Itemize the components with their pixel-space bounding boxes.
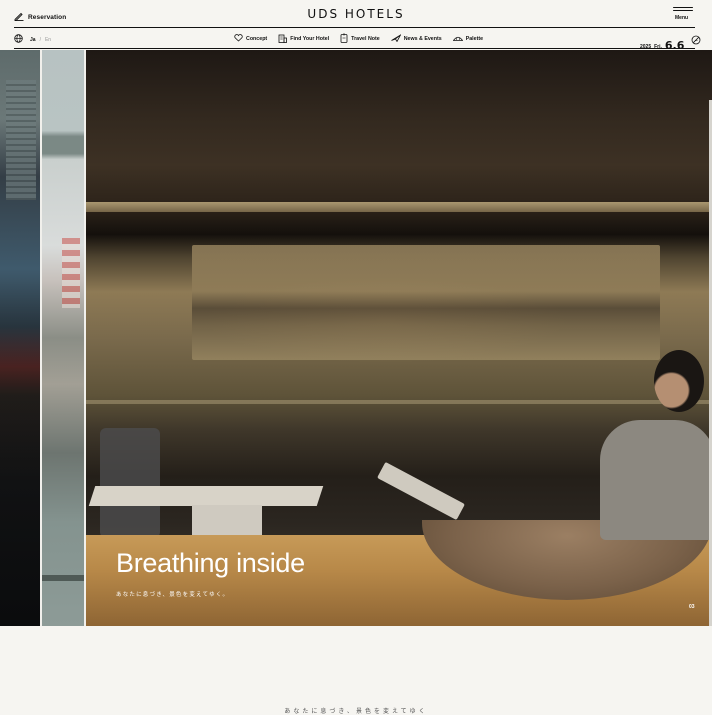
book-image: [377, 461, 465, 521]
hero-slide-active[interactable]: [86, 50, 712, 626]
nav-item-label: Palette: [465, 36, 484, 42]
nav-item-news-events[interactable]: News & Events: [391, 33, 442, 45]
nav-item-label: Travel Note: [351, 36, 380, 42]
nav-item-travel-note[interactable]: Travel Note: [340, 33, 380, 45]
heart-icon: [234, 34, 243, 44]
menu-icon: [673, 7, 693, 13]
hero-slide-thumbnail-2[interactable]: [42, 50, 84, 626]
person-body: [600, 420, 712, 540]
person-image: [592, 350, 712, 540]
site-header: Reservation UDS HOTELS Menu: [0, 0, 712, 27]
chair-image: [100, 428, 160, 538]
lang-en-link[interactable]: En: [45, 37, 51, 43]
brand-logo[interactable]: UDS HOTELS: [0, 7, 712, 21]
street-sign-image: [62, 238, 80, 308]
shelf-image: [86, 202, 712, 212]
side-table-image: [88, 486, 324, 506]
menu-button[interactable]: Menu: [672, 7, 694, 21]
nav-item-find-your-hotel[interactable]: Find Your Hotel: [278, 33, 329, 45]
lang-separator: /: [39, 36, 41, 43]
hotel-icon: [278, 34, 288, 45]
building-image: [6, 80, 36, 200]
globe-icon: [14, 34, 23, 45]
section-intro-text: あなたに息づき、景色を変えてゆく: [284, 709, 428, 715]
slide-number: 03: [689, 604, 695, 610]
nav-item-label: News & Events: [403, 36, 442, 42]
nav-item-concept[interactable]: Concept: [234, 33, 267, 45]
nav-item-palette[interactable]: Palette: [452, 33, 484, 45]
hero-slide-thumbnail-1[interactable]: [0, 50, 40, 626]
person-head: [654, 350, 704, 412]
lang-ja-link[interactable]: Ja: [30, 37, 36, 43]
plane-icon: [391, 33, 402, 44]
menu-label: Menu: [675, 15, 689, 21]
note-icon: [340, 33, 348, 45]
artwork-image: [192, 245, 660, 360]
header-divider: [14, 27, 695, 28]
hero-slider[interactable]: [0, 50, 712, 626]
slide-band: [42, 575, 84, 581]
palette-icon: [452, 34, 463, 44]
nav-item-label: Find Your Hotel: [290, 36, 330, 42]
language-switcher[interactable]: Ja / En: [14, 34, 51, 45]
nav-divider: [14, 48, 695, 49]
nav-item-label: Concept: [246, 36, 268, 42]
hero-title: Breathing inside: [116, 548, 305, 578]
hero-subtitle: あなたに息づき、景色を変えてゆく。: [116, 592, 230, 598]
global-nav: Ja / En Concept Find Your Hotel Travel N…: [0, 30, 712, 51]
